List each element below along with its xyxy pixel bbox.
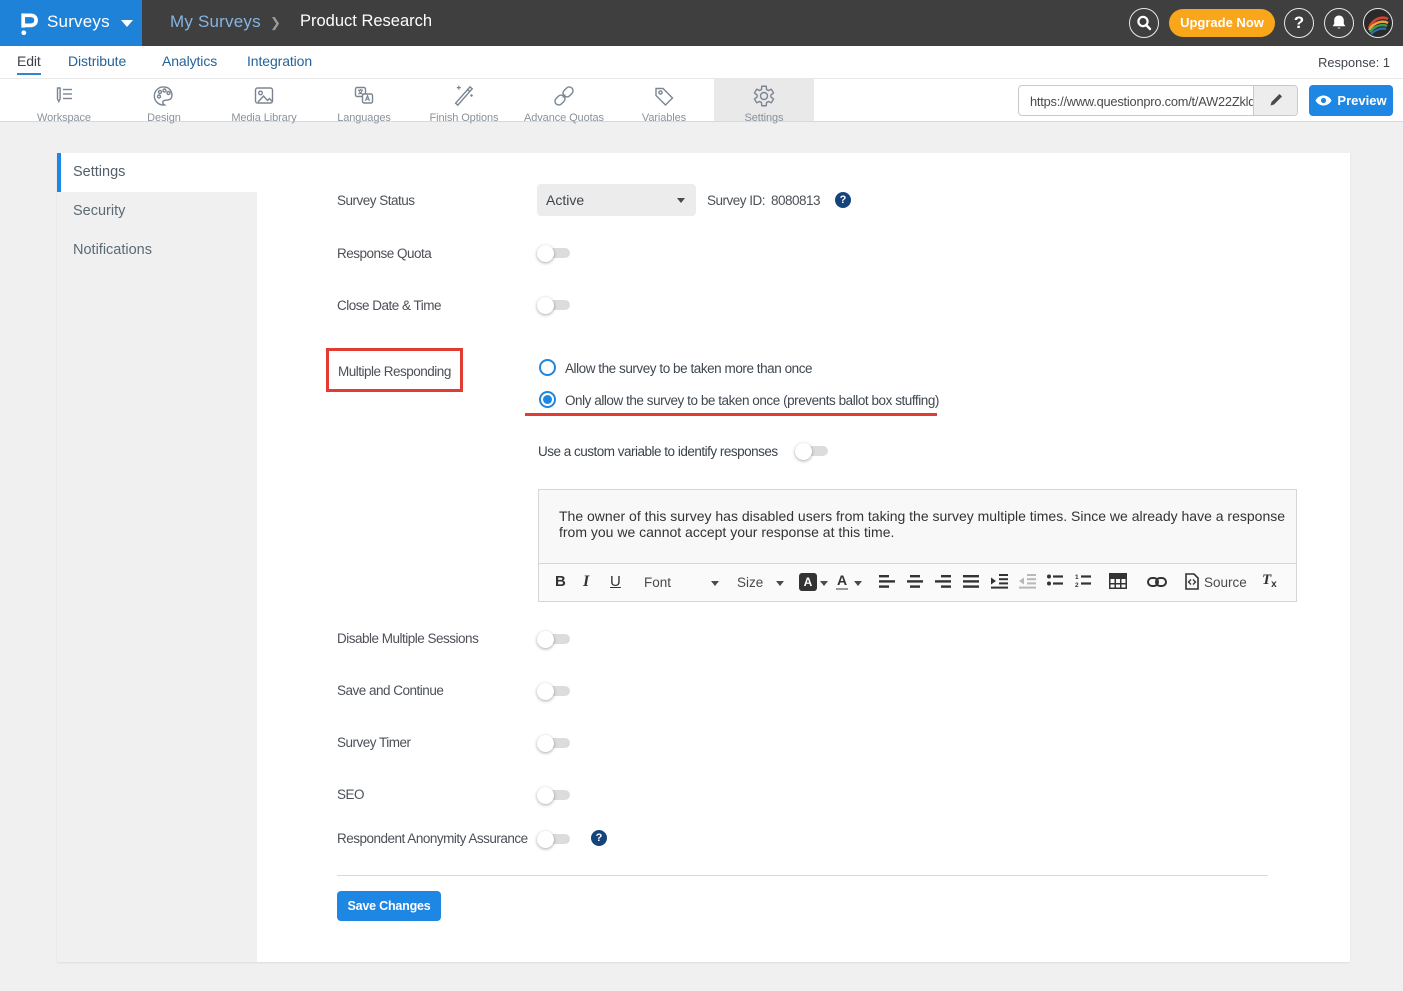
svg-text:2: 2 <box>1075 582 1079 589</box>
svg-text:1: 1 <box>1075 574 1079 581</box>
